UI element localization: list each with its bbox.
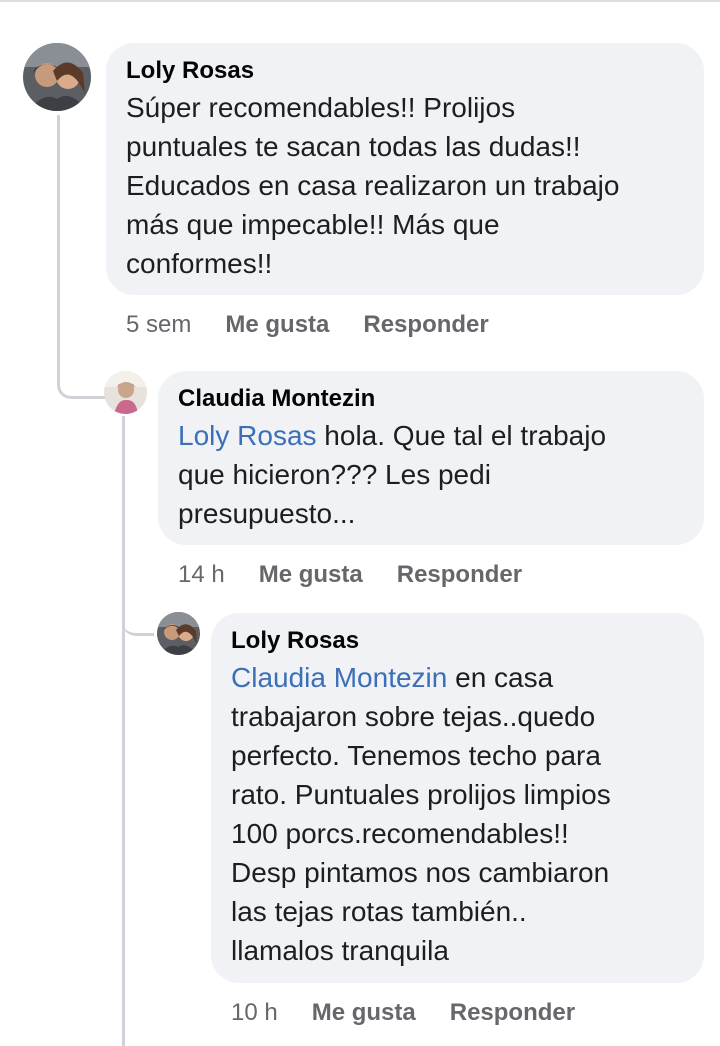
top-divider <box>0 0 720 2</box>
comment-bubble: Claudia Montezin Loly Rosas hola. Que ta… <box>158 371 704 545</box>
thread-connector <box>57 115 110 399</box>
comment-timestamp[interactable]: 5 sem <box>126 311 191 339</box>
like-button[interactable]: Me gusta <box>312 999 416 1027</box>
comment-actions: 14 h Me gusta Responder <box>178 560 522 590</box>
avatar[interactable] <box>104 371 147 414</box>
like-button[interactable]: Me gusta <box>225 311 329 339</box>
comment-actions: 10 h Me gusta Responder <box>231 998 575 1028</box>
profile-photo-icon <box>157 612 200 655</box>
comment-actions: 5 sem Me gusta Responder <box>126 310 489 340</box>
comment-author[interactable]: Loly Rosas <box>126 56 682 86</box>
comment-author[interactable]: Claudia Montezin <box>178 384 682 414</box>
comment-mention[interactable]: Claudia Montezin <box>231 662 447 693</box>
thread-connector <box>122 416 125 1046</box>
profile-photo-icon <box>23 43 91 111</box>
comment-text: Loly Rosas hola. Que tal el trabajo que … <box>178 416 682 533</box>
comment-timestamp[interactable]: 14 h <box>178 561 225 589</box>
reply-button[interactable]: Responder <box>397 561 522 589</box>
avatar[interactable] <box>157 612 200 655</box>
comment-bubble: Loly Rosas Súper recomendables!! Prolijo… <box>106 43 704 295</box>
thread-connector <box>122 590 154 636</box>
reply-button[interactable]: Responder <box>450 999 575 1027</box>
comment-body: en casa trabajaron sobre tejas..quedo pe… <box>231 662 611 966</box>
comment-text: Súper recomendables!! Prolijos puntuales… <box>126 88 682 283</box>
comment-bubble: Loly Rosas Claudia Montezin en casa trab… <box>211 613 704 983</box>
reply-button[interactable]: Responder <box>363 311 488 339</box>
comment-mention[interactable]: Loly Rosas <box>178 420 317 451</box>
comment-author[interactable]: Loly Rosas <box>231 626 684 656</box>
comment-body: Súper recomendables!! Prolijos puntuales… <box>126 92 620 279</box>
avatar[interactable] <box>23 43 91 111</box>
comment-text: Claudia Montezin en casa trabajaron sobr… <box>231 658 684 970</box>
comment-timestamp[interactable]: 10 h <box>231 999 278 1027</box>
like-button[interactable]: Me gusta <box>259 561 363 589</box>
profile-photo-icon <box>104 371 147 414</box>
